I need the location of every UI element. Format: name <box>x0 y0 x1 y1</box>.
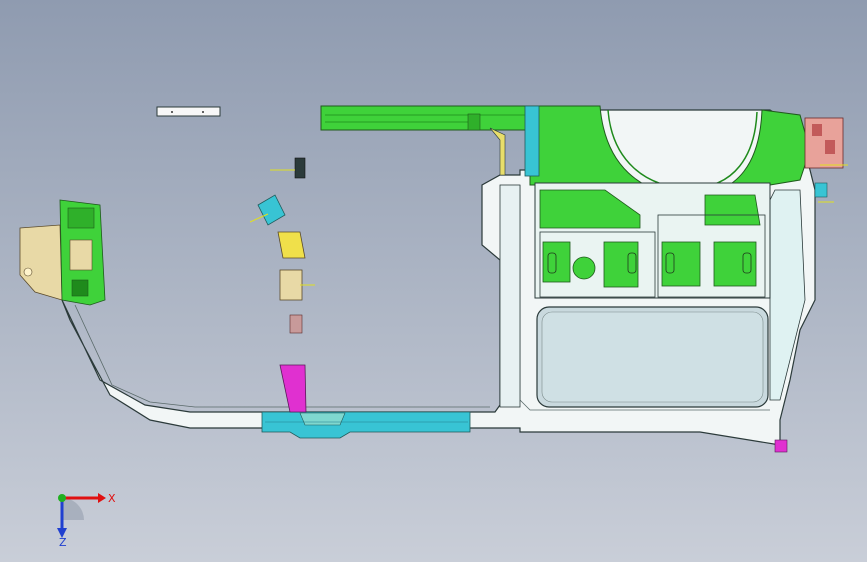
assembly-model[interactable] <box>0 0 867 562</box>
floating-bracket-bar[interactable] <box>156 106 221 117</box>
coordinate-triad-icon: X Z <box>57 492 116 548</box>
upper-green-rail[interactable] <box>320 105 534 176</box>
floating-parts-column[interactable] <box>249 157 315 413</box>
cad-graphics-viewport[interactable]: X Z <box>0 0 867 562</box>
lower-cyan-rail[interactable] <box>261 411 471 439</box>
left-pillar-assembly[interactable] <box>19 199 106 306</box>
green-module-panel[interactable] <box>534 182 771 299</box>
x-axis-label: X <box>108 492 116 505</box>
z-axis-label: Z <box>59 536 67 548</box>
y-axis-dot <box>58 494 66 502</box>
bottom-right-clip[interactable] <box>774 439 788 453</box>
